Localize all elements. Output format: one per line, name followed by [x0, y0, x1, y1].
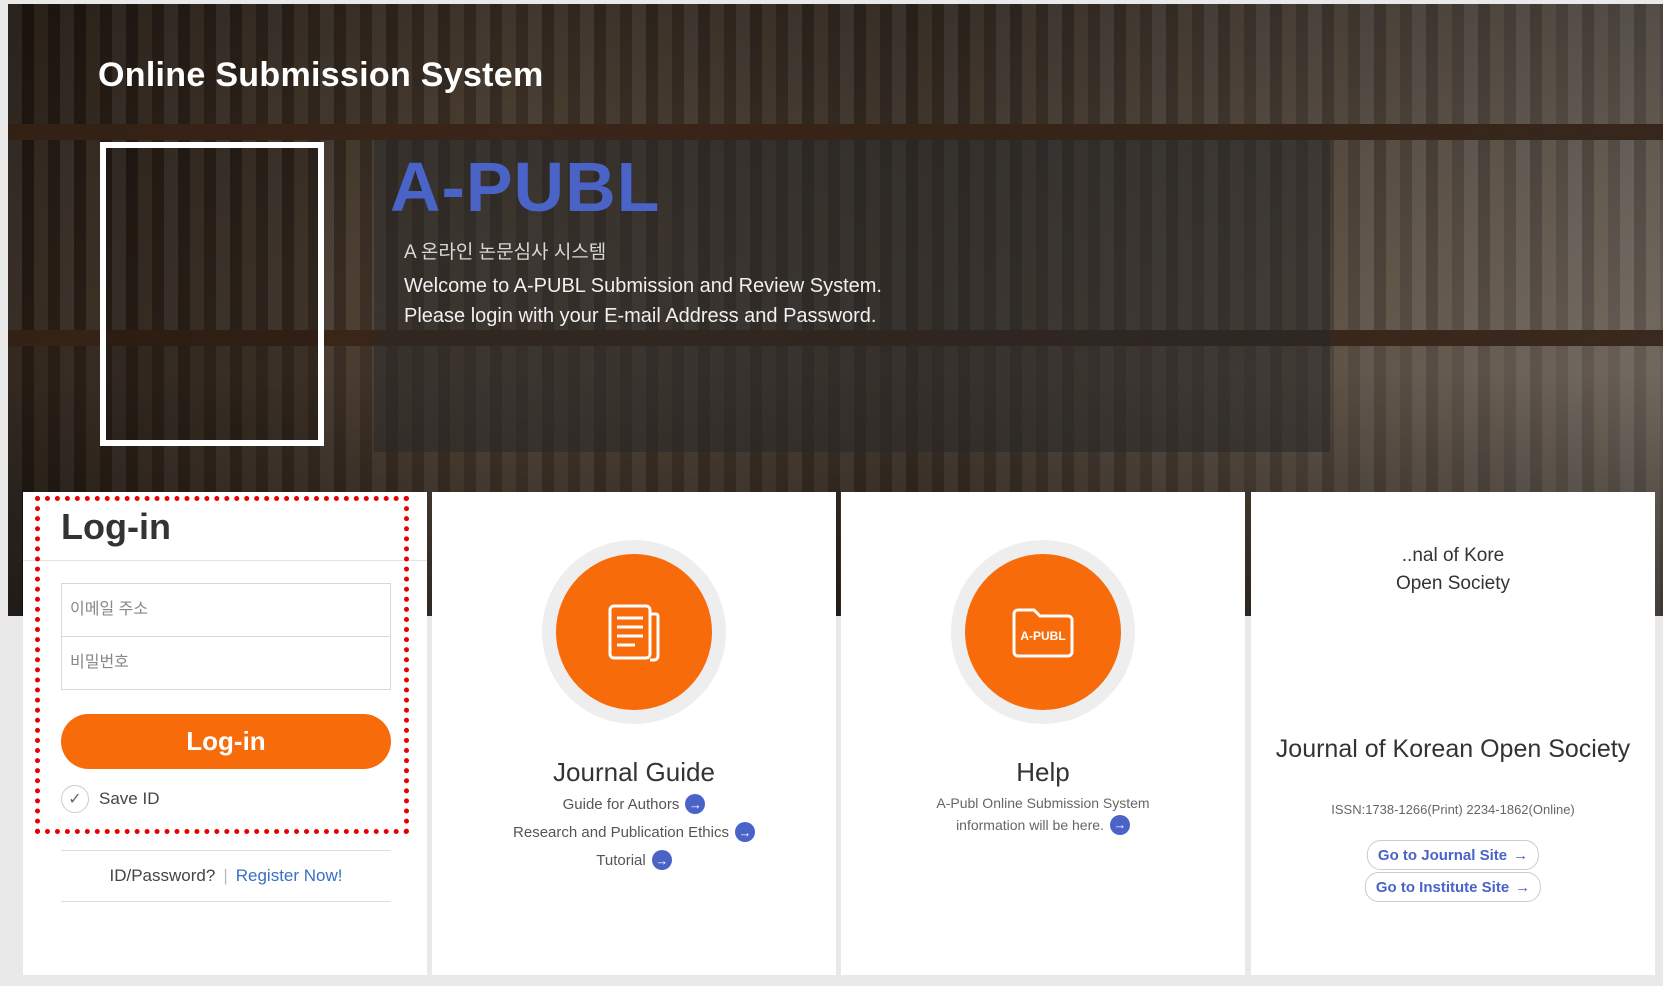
arrow-right-icon: →	[734, 822, 755, 842]
document-icon	[556, 554, 712, 710]
login-title: Log-in	[61, 506, 171, 547]
help-icon-circle: A-PUBL	[951, 540, 1135, 724]
go-to-institute-site-button[interactable]: Go to Institute Site →	[1364, 872, 1542, 902]
password-input[interactable]	[62, 637, 390, 689]
welcome-panel: A-PUBL A 온라인 논문심사 시스템 Welcome to A-PUBL …	[374, 139, 1330, 452]
help-desc-line: information will be here.	[956, 817, 1104, 833]
register-link[interactable]: Register Now!	[236, 866, 343, 886]
welcome-text: Welcome to A-PUBL Submission and Review …	[404, 275, 882, 297]
password-field[interactable]	[61, 636, 391, 690]
help-title: Help	[1016, 757, 1070, 787]
checkmark-icon[interactable]: ✓	[61, 785, 89, 813]
journal-issn: ISSN:1738-1266(Print) 2234-1862(Online)	[1331, 802, 1575, 817]
separator: |	[223, 866, 228, 885]
login-card: Log-in Log-in ✓ Save ID ID/Password? | R…	[23, 492, 427, 975]
arrow-right-icon: →	[1515, 878, 1531, 896]
help-card: A-PUBL Help A-Publ Online Submission Sys…	[841, 492, 1245, 975]
save-id-label: Save ID	[99, 789, 160, 808]
link-label: Research and Publication Ethics	[513, 823, 729, 841]
divider	[23, 560, 427, 561]
journal-cover-frame	[100, 142, 324, 446]
email-field[interactable]	[61, 583, 391, 637]
arrow-right-icon: →	[1513, 846, 1529, 864]
apubl-logo: A-PUBL	[390, 148, 661, 226]
journal-info-card: ..nal of Kore Open Society Journal of Ko…	[1251, 492, 1655, 975]
guide-icon-circle	[542, 540, 726, 724]
pill-label: Go to Journal Site	[1377, 846, 1508, 864]
journal-title: Journal of Korean Open Society	[1275, 735, 1631, 763]
help-description: A-Publ Online Submission System informat…	[841, 792, 1245, 836]
arrow-right-icon: →	[685, 794, 706, 814]
korean-subtitle: A 온라인 논문심사 시스템	[404, 242, 607, 263]
save-id-checkbox[interactable]: ✓ Save ID	[61, 785, 159, 813]
journal-logo-line: Open Society	[1395, 573, 1511, 594]
email-input[interactable]	[62, 584, 390, 636]
journal-logo: ..nal of Kore Open Society	[1251, 542, 1655, 598]
help-info-link[interactable]: information will be here. →	[841, 814, 1245, 836]
arrow-right-icon: →	[1109, 815, 1130, 835]
help-desc-line: A-Publ Online Submission System	[936, 795, 1150, 811]
login-instruction-text: Please login with your E-mail Address an…	[404, 305, 877, 327]
folder-icon-label: A-PUBL	[1020, 629, 1065, 643]
link-label: Tutorial	[596, 851, 646, 869]
login-button[interactable]: Log-in	[61, 714, 391, 769]
id-password-link[interactable]: ID/Password?	[109, 866, 215, 886]
guide-links: Guide for Authors → Research and Publica…	[432, 790, 836, 874]
folder-icon: A-PUBL	[965, 554, 1121, 710]
site-title: Online Submission System	[98, 56, 544, 94]
journal-logo-line: ..nal of Kore	[1401, 545, 1505, 566]
link-label: Guide for Authors	[562, 795, 680, 813]
pill-label: Go to Institute Site	[1375, 878, 1510, 896]
research-ethics-link[interactable]: Research and Publication Ethics →	[432, 818, 836, 846]
guide-for-authors-link[interactable]: Guide for Authors →	[432, 790, 836, 818]
journal-guide-card: Journal Guide Guide for Authors → Resear…	[432, 492, 836, 975]
go-to-journal-site-button[interactable]: Go to Journal Site →	[1366, 840, 1540, 870]
account-links: ID/Password? | Register Now!	[61, 850, 391, 902]
journal-guide-title: Journal Guide	[553, 757, 715, 787]
arrow-right-icon: →	[651, 850, 672, 870]
tutorial-link[interactable]: Tutorial →	[432, 846, 836, 874]
